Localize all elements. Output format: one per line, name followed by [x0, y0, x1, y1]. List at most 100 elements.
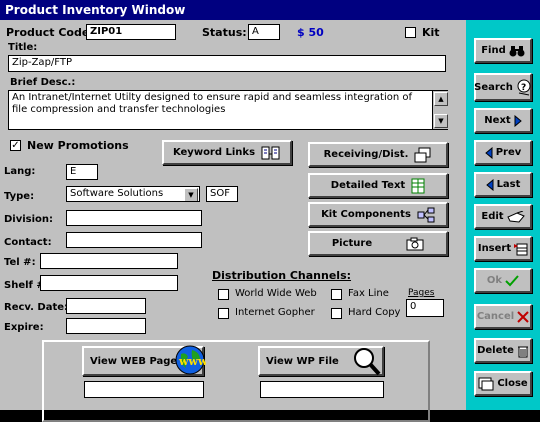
ok-label: Ok [486, 275, 503, 286]
checkmark-icon [505, 274, 519, 287]
document-links-icon [261, 145, 281, 161]
kit-components-button[interactable]: Kit Components [308, 202, 448, 227]
pages-field[interactable]: 0 [406, 299, 444, 317]
prev-label: Prev [495, 147, 522, 158]
tel-label: Tel #: [4, 257, 36, 268]
tel-field[interactable] [40, 253, 178, 269]
division-label: Division: [4, 214, 54, 225]
spreadsheet-icon [411, 178, 425, 194]
close-label: Close [497, 378, 528, 389]
distribution-channels-label: Distribution Channels: [212, 269, 352, 282]
fax-line-checkbox[interactable] [331, 289, 342, 300]
view-wp-file-button[interactable]: View WP File [258, 346, 384, 376]
close-window-icon [478, 377, 494, 391]
type-dropdown-value: Software Solutions [70, 188, 164, 199]
picture-button[interactable]: Picture [308, 231, 448, 256]
expire-field[interactable] [66, 318, 146, 334]
last-button[interactable]: Last [474, 172, 532, 197]
arrow-left-last-icon [485, 178, 494, 191]
scroll-up-arrow-icon[interactable]: ▲ [434, 92, 448, 106]
arrow-left-icon [484, 146, 493, 159]
status-label: Status: [202, 26, 247, 39]
brief-desc-label: Brief Desc.: [10, 77, 76, 88]
price-value: $ 50 [297, 26, 324, 39]
picture-label: Picture [331, 238, 373, 249]
view-web-page-button[interactable]: View WEB Page www [82, 344, 206, 376]
last-label: Last [496, 179, 521, 190]
receiving-dist-button[interactable]: Receiving/Dist. [308, 142, 448, 167]
search-button[interactable]: Search ? [474, 73, 532, 101]
find-button[interactable]: Find [474, 38, 532, 63]
insert-button[interactable]: Insert [474, 236, 532, 261]
receiving-dist-label: Receiving/Dist. [323, 149, 409, 160]
svg-text:www: www [178, 355, 206, 368]
keyword-links-label: Keyword Links [172, 147, 256, 158]
globe-www-icon: www [174, 344, 206, 376]
product-code-field[interactable]: ZIP01 [86, 24, 176, 40]
expire-label: Expire: [4, 322, 44, 333]
view-web-page-label: View WEB Page [90, 355, 178, 367]
ok-button[interactable]: Ok [474, 268, 532, 293]
world-wide-web-label: World Wide Web [235, 288, 317, 299]
lang-field[interactable]: E [66, 164, 98, 180]
lang-label: Lang: [4, 166, 36, 177]
division-field[interactable] [66, 210, 202, 226]
trash-icon [517, 344, 529, 358]
new-promotions-label: New Promotions [27, 139, 129, 152]
edit-button[interactable]: Edit [474, 204, 532, 229]
keyword-links-button[interactable]: Keyword Links [162, 140, 292, 165]
fax-line-label: Fax Line [348, 288, 389, 299]
recv-date-label: Recv. Date: [4, 302, 69, 313]
kit-checkbox[interactable] [405, 27, 416, 38]
shelf-field[interactable] [40, 275, 178, 291]
dropdown-arrow-icon[interactable]: ▼ [184, 188, 198, 201]
view-wp-file-label: View WP File [266, 355, 339, 367]
edit-hand-icon [506, 210, 525, 223]
svg-text:?: ? [521, 83, 526, 93]
kit-components-label: Kit Components [321, 209, 411, 220]
search-person-icon: ? [516, 78, 532, 96]
binoculars-icon [509, 45, 525, 57]
title-label: Title: [8, 42, 38, 53]
type-code-field[interactable]: SOF [206, 186, 238, 202]
camera-icon [406, 237, 424, 251]
hard-copy-label: Hard Copy [348, 307, 401, 318]
product-code-label: Product Code: [6, 26, 94, 39]
title-field[interactable]: Zip-Zap/FTP [8, 55, 446, 72]
search-label: Search [474, 81, 513, 93]
type-label: Type: [4, 191, 35, 202]
desc-scrollbar[interactable]: ▲ ▼ [432, 91, 448, 129]
new-promotions-checkbox[interactable]: ✓ [10, 140, 21, 151]
detailed-text-button[interactable]: Detailed Text [308, 173, 448, 198]
find-label: Find [481, 45, 506, 56]
brief-desc-field[interactable]: An Intranet/Internet Utilty designed to … [8, 90, 448, 130]
internet-gopher-checkbox[interactable] [218, 308, 229, 319]
type-dropdown[interactable]: Software Solutions ▼ [66, 186, 200, 202]
cancel-label: Cancel [476, 311, 515, 322]
delete-label: Delete [477, 345, 514, 356]
magnifier-icon [352, 346, 382, 378]
cancel-button[interactable]: Cancel [474, 304, 532, 329]
world-wide-web-checkbox[interactable] [218, 289, 229, 300]
detailed-text-label: Detailed Text [330, 180, 406, 191]
window-title: Product Inventory Window [0, 0, 540, 20]
product-inventory-window: Product Inventory Window Product Code: Z… [0, 0, 540, 422]
kit-label: Kit [422, 26, 440, 39]
wp-file-path-field[interactable] [260, 381, 384, 398]
prev-button[interactable]: Prev [474, 140, 532, 165]
insert-label: Insert [477, 243, 512, 254]
windows-icon [414, 147, 432, 163]
arrow-right-icon [514, 114, 522, 127]
contact-label: Contact: [4, 237, 52, 248]
hard-copy-checkbox[interactable] [331, 308, 342, 319]
close-button[interactable]: Close [474, 371, 532, 396]
next-button[interactable]: Next [474, 108, 532, 133]
web-page-path-field[interactable] [84, 381, 204, 398]
status-field[interactable]: A [248, 24, 280, 40]
components-tree-icon [417, 207, 435, 223]
contact-field[interactable] [66, 232, 202, 248]
recv-date-field[interactable] [66, 298, 146, 314]
delete-button[interactable]: Delete [474, 338, 532, 363]
internet-gopher-label: Internet Gopher [235, 307, 315, 318]
scroll-down-arrow-icon[interactable]: ▼ [434, 114, 448, 128]
